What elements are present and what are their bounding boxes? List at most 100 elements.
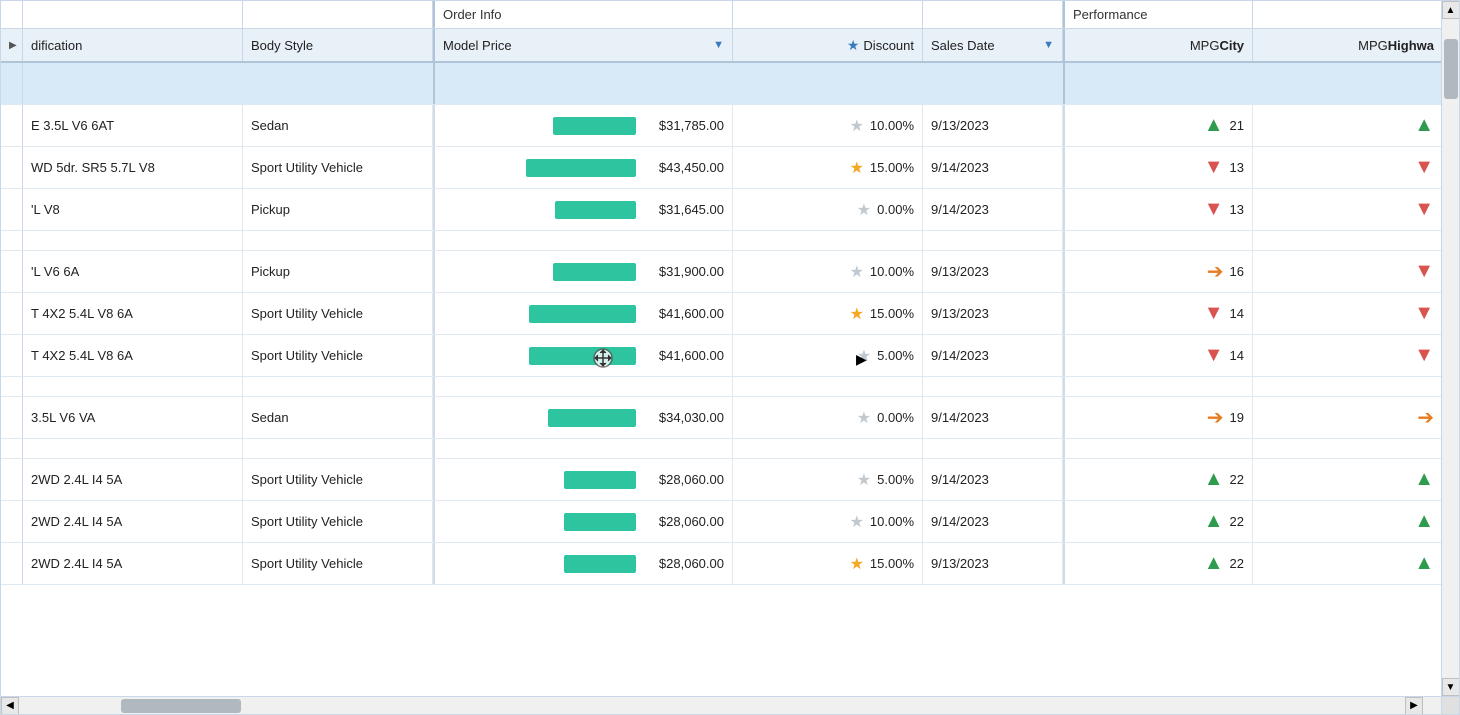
mpg-arrow-down: ▼ <box>1414 198 1434 221</box>
row-mpg-highway <box>1253 63 1443 104</box>
row-expand[interactable] <box>1 293 23 334</box>
table-row[interactable]: 2WD 2.4L I4 5A Sport Utility Vehicle $28… <box>1 459 1459 501</box>
discount-value: 15.00% <box>870 306 914 321</box>
col-header-sales-date[interactable]: Sales Date ▼ <box>923 29 1063 61</box>
row-discount: ★ 0.00% <box>733 189 923 230</box>
price-value: $31,645.00 <box>644 202 724 217</box>
row-body-style: Pickup <box>243 251 433 292</box>
row-discount: ★ 15.00% <box>733 543 923 584</box>
col-header-model-price[interactable]: Model Price ▼ <box>433 29 733 61</box>
mpg-city-label-bold: City <box>1219 38 1244 53</box>
row-discount: ★ 10.00% <box>733 105 923 146</box>
discount-star-icon: ★ <box>847 37 860 54</box>
data-grid: Order Info Performance ▶ dification Body… <box>0 0 1460 715</box>
row-body-style: Sport Utility Vehicle <box>243 459 433 500</box>
sales-date-filter-icon[interactable]: ▼ <box>1043 39 1054 51</box>
table-row[interactable] <box>1 377 1459 397</box>
col-header-mpg-highway[interactable]: MPG Highwa <box>1253 29 1443 61</box>
row-mpg-highway: ▲ <box>1253 459 1443 500</box>
spacer-modification <box>23 439 243 458</box>
star-filled: ★ <box>850 554 864 574</box>
scroll-right-button[interactable]: ▶ <box>1405 697 1423 715</box>
spacer-modification <box>23 377 243 396</box>
scroll-down-button[interactable]: ▼ <box>1442 678 1460 696</box>
row-expand[interactable] <box>1 189 23 230</box>
row-mpg-highway: ▲ <box>1253 501 1443 542</box>
col-header-modification[interactable]: dification <box>23 29 243 61</box>
row-expand[interactable] <box>1 63 23 104</box>
spacer-body-style <box>243 439 433 458</box>
row-expand[interactable] <box>1 147 23 188</box>
row-mpg-highway: ▼ <box>1253 189 1443 230</box>
row-discount: ★ 10.00% <box>733 501 923 542</box>
col-header-body-style[interactable]: Body Style <box>243 29 433 61</box>
mpg-city-value: 22 <box>1230 472 1244 487</box>
group-header-mpg-highway <box>1253 1 1443 28</box>
table-row[interactable]: WD 5dr. SR5 5.7L V8 Sport Utility Vehicl… <box>1 147 1459 189</box>
horizontal-scrollbar[interactable]: ◀ ▶ <box>1 696 1441 714</box>
row-expand[interactable] <box>1 543 23 584</box>
discount-value: 0.00% <box>877 202 914 217</box>
price-bar <box>553 117 636 135</box>
row-expand[interactable] <box>1 397 23 438</box>
table-row[interactable]: 2WD 2.4L I4 5A Sport Utility Vehicle $28… <box>1 543 1459 585</box>
mpg-arrow-down: ▼ <box>1414 344 1434 367</box>
table-row[interactable]: 'L V6 6A Pickup $31,900.00 ★ 10.00% 9/13… <box>1 251 1459 293</box>
col-header-discount[interactable]: ★ Discount <box>733 29 923 61</box>
mpg-arrow-right: ➔ <box>1207 405 1224 430</box>
discount-value: 5.00% <box>877 348 914 363</box>
row-sales-date: 9/13/2023 <box>923 293 1063 334</box>
row-model-price <box>433 63 733 104</box>
row-mpg-city: ▲ 21 <box>1063 105 1253 146</box>
group-header-order-info: Order Info <box>433 1 733 28</box>
row-mpg-city <box>1063 63 1253 104</box>
mpg-arrow-up: ▲ <box>1414 510 1434 533</box>
mpg-arrow-up: ▲ <box>1204 114 1224 137</box>
row-expand[interactable] <box>1 105 23 146</box>
scroll-thumb-vertical[interactable] <box>1444 39 1458 99</box>
scroll-left-button[interactable]: ◀ <box>1 697 19 715</box>
vertical-scrollbar[interactable]: ▲ ▼ <box>1441 1 1459 696</box>
row-expand[interactable] <box>1 501 23 542</box>
row-modification: T 4X2 5.4L V8 6A <box>23 335 243 376</box>
table-row[interactable]: T 4X2 5.4L V8 6A Sport Utility Vehicle $… <box>1 293 1459 335</box>
row-expand[interactable] <box>1 251 23 292</box>
price-bar <box>564 471 636 489</box>
row-mpg-city: ▲ 22 <box>1063 543 1253 584</box>
mpg-city-value: 14 <box>1230 348 1244 363</box>
table-row[interactable] <box>1 231 1459 251</box>
table-row[interactable]: T 4X2 5.4L V8 6A Sport Utility Vehicle $… <box>1 335 1459 377</box>
group-header-sales-date <box>923 1 1063 28</box>
discount-value: 15.00% <box>870 160 914 175</box>
group-header-body-style <box>243 1 433 28</box>
row-body-style <box>243 63 433 104</box>
row-sales-date: 9/14/2023 <box>923 459 1063 500</box>
scroll-up-button[interactable]: ▲ <box>1442 1 1460 19</box>
spacer-mpg-highway <box>1253 377 1443 396</box>
row-expand[interactable] <box>1 459 23 500</box>
price-value: $31,900.00 <box>644 264 724 279</box>
spacer-sales-date <box>923 231 1063 250</box>
row-modification: E 3.5L V6 6AT <box>23 105 243 146</box>
price-value: $41,600.00 <box>644 306 724 321</box>
spacer-sales-date <box>923 439 1063 458</box>
scroll-thumb-horizontal[interactable] <box>121 699 241 713</box>
col-header-expand[interactable]: ▶ <box>1 29 23 61</box>
col-header-mpg-city[interactable]: MPG City <box>1063 29 1253 61</box>
table-row[interactable]: 2WD 2.4L I4 5A Sport Utility Vehicle $28… <box>1 501 1459 543</box>
scroll-corner <box>1441 696 1459 714</box>
row-expand[interactable] <box>1 335 23 376</box>
spacer-expand <box>1 439 23 458</box>
table-row[interactable] <box>1 63 1459 105</box>
table-row[interactable]: 3.5L V6 VA Sedan $34,030.00 ★ 0.00% 9/14… <box>1 397 1459 439</box>
row-sales-date: 9/14/2023 <box>923 189 1063 230</box>
table-row[interactable]: 'L V8 Pickup $31,645.00 ★ 0.00% 9/14/202… <box>1 189 1459 231</box>
table-row[interactable] <box>1 439 1459 459</box>
row-mpg-highway: ▲ <box>1253 105 1443 146</box>
discount-value: 10.00% <box>870 514 914 529</box>
column-header-row: ▶ dification Body Style Model Price ▼ ★ … <box>1 29 1459 63</box>
star-empty: ★ <box>850 116 864 136</box>
table-row[interactable]: E 3.5L V6 6AT Sedan $31,785.00 ★ 10.00% … <box>1 105 1459 147</box>
discount-value: 15.00% <box>870 556 914 571</box>
model-price-filter-icon[interactable]: ▼ <box>713 39 724 51</box>
